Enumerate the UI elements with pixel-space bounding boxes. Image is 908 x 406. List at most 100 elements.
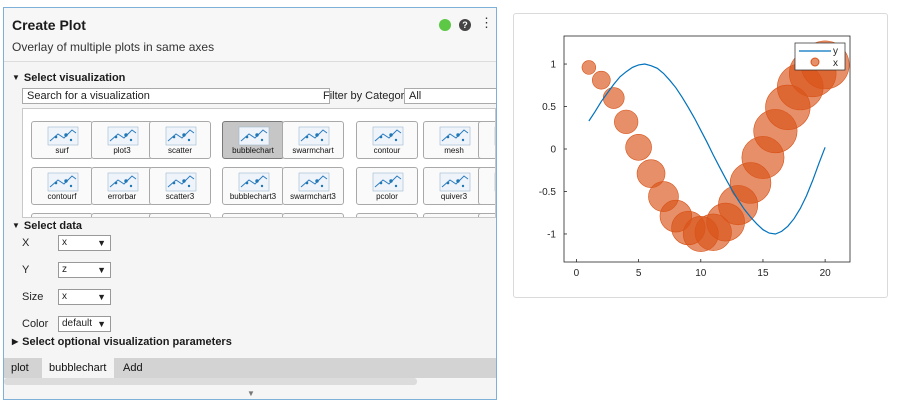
select-data-section-toggle[interactable]: ▼ Select data	[12, 220, 82, 232]
gallery-tile-quiver3[interactable]: quiver3	[423, 167, 485, 205]
chevron-down-icon: ▼	[97, 319, 106, 329]
gallery-tile-label: surfc	[479, 192, 495, 201]
surfc-icon	[494, 172, 495, 192]
chevron-down-icon: ▼	[97, 292, 106, 302]
x-field-label: X	[22, 237, 30, 249]
dropdown-value: x	[62, 291, 67, 302]
dropdown-value: x	[62, 237, 67, 248]
panel-title: Create Plot	[12, 17, 86, 33]
optional-parameters-section-toggle[interactable]: ▶ Select optional visualization parameter…	[12, 336, 232, 348]
visualization-gallery: surf plot3 scatter bubblechart swarmchart con…	[22, 108, 496, 218]
gallery-tile-partial[interactable]	[478, 213, 495, 217]
x-tick-label: 5	[636, 268, 642, 279]
gallery-tile-label: bubblechart3	[229, 192, 277, 201]
gallery-tile-partial[interactable]	[356, 213, 418, 217]
gallery-tile-swarmchart[interactable]: swarmchart	[282, 121, 344, 159]
legend-label-y: y	[833, 46, 838, 57]
contourf-icon	[47, 172, 79, 192]
x-tick-label: 20	[820, 268, 832, 279]
x-variable-dropdown[interactable]: x ▼	[58, 235, 111, 251]
gallery-tile-bubblechart3[interactable]: bubblechart3	[222, 167, 284, 205]
y-tick-label: -0.5	[539, 187, 557, 198]
pcolor-icon	[372, 172, 404, 192]
errorbar-icon	[107, 172, 139, 192]
y-variable-dropdown[interactable]: z ▼	[58, 262, 111, 278]
gallery-tile-contour[interactable]: contour	[356, 121, 418, 159]
gallery-tile-scatter3[interactable]: scatter3	[149, 167, 211, 205]
gallery-tile-label: surf	[55, 146, 69, 155]
gallery-tile-label: mesh	[444, 146, 464, 155]
y-field-label: Y	[22, 264, 30, 276]
gallery-tile-mesh[interactable]: mesh	[423, 121, 485, 159]
expand-down-icon[interactable]: ▼	[247, 389, 255, 398]
panel-header: Create Plot Overlay of multiple plots in…	[4, 8, 496, 62]
swarmchart3-icon	[298, 172, 330, 192]
gallery-tile-plot3[interactable]: plot3	[91, 121, 153, 159]
gallery-tile-bubblechart[interactable]: bubblechart	[222, 121, 284, 159]
gallery-tile-partial[interactable]	[31, 213, 93, 217]
section-label: Select visualization	[23, 72, 126, 84]
scatter3-icon	[165, 172, 197, 192]
gallery-tile-partial[interactable]	[91, 213, 153, 217]
gallery-tile-partial[interactable]	[149, 213, 211, 217]
select-visualization-section-toggle[interactable]: ▼ Select visualization	[12, 72, 125, 84]
y-tick-label: 0.5	[542, 102, 556, 113]
more-options-icon[interactable]: ⋮	[480, 16, 493, 30]
help-icon[interactable]: ?	[459, 19, 471, 31]
surf-icon	[47, 126, 79, 146]
contour-icon	[372, 126, 404, 146]
gallery-tile-scatter[interactable]: scatter	[149, 121, 211, 159]
quiver-icon	[494, 126, 495, 146]
gallery-tile-quiver[interactable]: quiver	[478, 121, 495, 159]
section-label: Select data	[23, 220, 83, 232]
color-field-label: Color	[22, 318, 49, 330]
gallery-tile-surfc[interactable]: surfc	[478, 167, 495, 205]
category-filter-dropdown[interactable]: All	[404, 88, 496, 104]
gallery-tile-label: quiver3	[440, 192, 468, 201]
gallery-tile-label: quiver	[479, 146, 495, 155]
tab-plot[interactable]: plot	[4, 358, 36, 378]
mesh-icon	[439, 126, 471, 146]
size-variable-dropdown[interactable]: x ▼	[58, 289, 111, 305]
tab-bubblechart[interactable]: bubblechart	[42, 358, 114, 378]
x-tick-label: 15	[757, 268, 769, 279]
gallery-tile-label: scatter3	[165, 192, 195, 201]
gallery-tile-swarmchart3[interactable]: swarmchart3	[282, 167, 344, 205]
gallery-tile-label: swarmchart3	[290, 192, 336, 201]
gallery-tile-label: contour	[373, 146, 401, 155]
gallery-tile-label: contourf	[47, 192, 77, 201]
gallery-tile-label: errorbar	[107, 192, 137, 201]
bubble-point	[602, 87, 625, 109]
plot-layer-tabs: plot bubblechart Add	[4, 358, 496, 378]
collapse-triangle-icon: ▼	[12, 221, 20, 230]
x-tick-label: 10	[695, 268, 707, 279]
color-variable-dropdown[interactable]: default ▼	[58, 316, 111, 332]
bubblechart-icon	[238, 126, 270, 146]
gallery-tile-partial[interactable]	[423, 213, 485, 217]
tab-add[interactable]: Add	[116, 358, 150, 378]
gallery-tile-partial[interactable]	[222, 213, 284, 217]
section-label: Select optional visualization parameters	[22, 336, 232, 348]
gallery-tile-label: swarmchart	[292, 146, 334, 155]
gallery-tile-label: plot3	[113, 146, 131, 155]
scatter-icon	[165, 126, 197, 146]
horizontal-scrollbar[interactable]	[4, 378, 417, 385]
gallery-tile-partial[interactable]	[282, 213, 344, 217]
gallery-tile-errorbar[interactable]: errorbar	[91, 167, 153, 205]
visualization-search-input[interactable]: Search for a visualization	[22, 88, 330, 104]
gallery-tile-contourf[interactable]: contourf	[31, 167, 93, 205]
collapse-triangle-icon: ▼	[12, 73, 20, 82]
gallery-tile-label: bubblechart	[232, 146, 274, 155]
chevron-down-icon: ▼	[97, 265, 106, 275]
gallery-tile-surf[interactable]: surf	[31, 121, 93, 159]
figure-window: 0 5 10 15 20 1 0.5 0 -0.5 -1 y x	[513, 13, 888, 298]
quiver3-icon	[439, 172, 471, 192]
y-tick-label: 0	[550, 145, 556, 156]
legend-label-x: x	[833, 58, 838, 69]
bubble-point	[592, 70, 611, 90]
legend-bubble-marker	[810, 57, 820, 67]
bubble-point	[614, 109, 639, 134]
chart-canvas: 0 5 10 15 20 1 0.5 0 -0.5 -1 yx	[539, 35, 851, 279]
panel-subtitle: Overlay of multiple plots in same axes	[12, 40, 215, 54]
gallery-tile-pcolor[interactable]: pcolor	[356, 167, 418, 205]
